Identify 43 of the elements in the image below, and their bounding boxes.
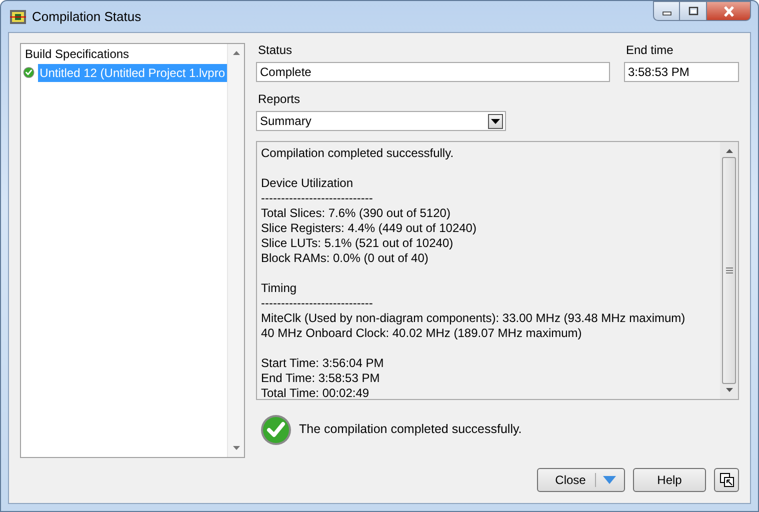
scroll-down-icon[interactable] — [724, 387, 734, 393]
scrollbar-thumb[interactable] — [722, 157, 736, 384]
maximize-icon — [688, 6, 698, 16]
column-header: Build Specifications — [24, 46, 130, 63]
report-line: Block RAMs: 0.0% (0 out of 40) — [261, 251, 430, 266]
report-line: ---------------------------- — [261, 296, 374, 311]
caret-icon — [603, 476, 616, 484]
report-line: End Time: 3:58:53 PM — [261, 371, 381, 386]
app-icon — [10, 10, 26, 24]
window-title: Compilation Status — [32, 8, 142, 26]
status-label: Status — [257, 43, 294, 58]
report-line: Device Utilization — [261, 176, 354, 191]
dropdown-arrow-icon — [491, 118, 500, 124]
status-field[interactable]: Complete — [256, 62, 610, 82]
report-line: Timing — [261, 281, 298, 296]
success-icon — [23, 65, 35, 80]
report-line: Slice LUTs: 5.1% (521 out of 10240) — [261, 236, 454, 251]
grip-icon — [726, 267, 732, 274]
report-line: Start Time: 3:56:04 PM — [261, 356, 385, 371]
end-time-field[interactable]: 3:58:53 PM — [624, 62, 739, 82]
close-button[interactable]: Close — [537, 468, 625, 492]
reports-dropdown[interactable]: Summary — [256, 111, 506, 131]
report-line: 40 MHz Onboard Clock: 40.02 MHz (189.07 MHz maximum) — [261, 326, 583, 341]
close-button[interactable] — [706, 1, 751, 21]
minimize-button[interactable] — [653, 1, 680, 21]
report-line: Total Time: 00:02:49 — [261, 386, 370, 401]
windows-icon — [718, 472, 734, 488]
end-time-label: End time — [625, 43, 674, 58]
help-button[interactable]: Help — [633, 468, 706, 492]
scroll-up-icon[interactable] — [724, 148, 734, 154]
scroll-up-icon[interactable] — [232, 50, 240, 56]
status-message: The compilation completed successfully. — [299, 421, 522, 438]
scroll-down-icon[interactable] — [232, 445, 240, 451]
report-line: ---------------------------- — [261, 191, 374, 206]
report-line: MiteClk (Used by non-diagram components): 33.00 MHz (93.48 MHz maximum) — [261, 311, 686, 326]
success-icon — [260, 414, 292, 446]
close-icon — [722, 6, 734, 16]
maximize-button[interactable] — [680, 1, 706, 21]
report-line: Slice Registers: 4.4% (449 out of 10240) — [261, 221, 478, 236]
report-line: Total Slices: 7.6% (390 out of 5120) — [261, 206, 452, 221]
report-line: Compilation completed successfully. — [261, 146, 455, 161]
reports-label: Reports — [257, 92, 302, 107]
window-button[interactable] — [714, 468, 739, 492]
